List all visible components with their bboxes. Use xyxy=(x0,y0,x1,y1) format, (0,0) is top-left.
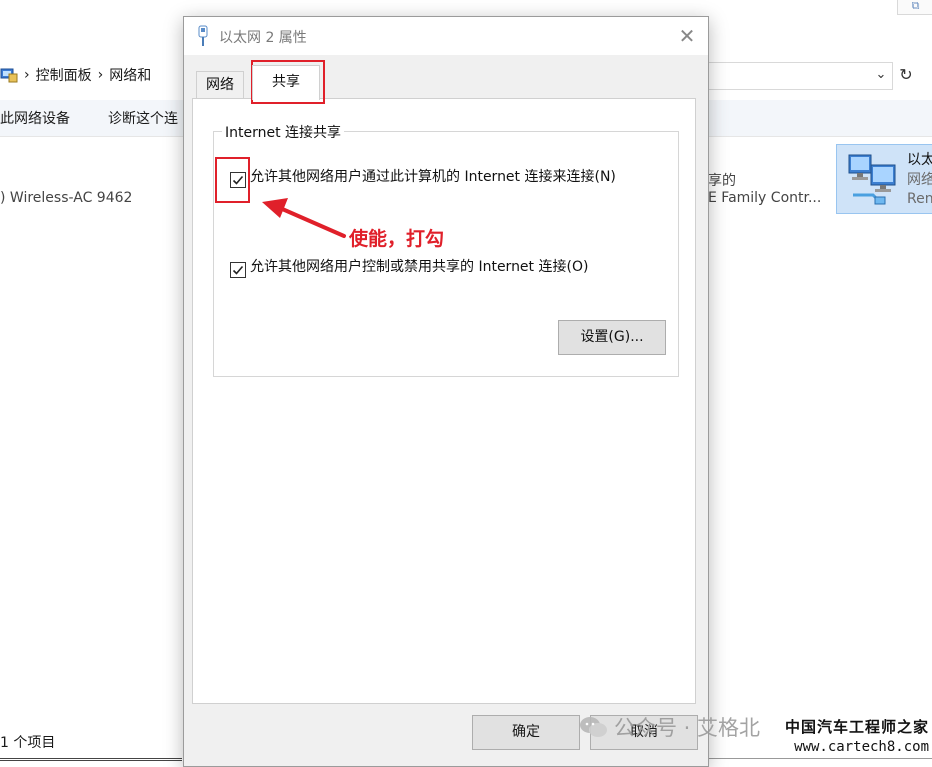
adapter-device-fragment: E Family Contr... xyxy=(708,190,822,206)
network-computers-icon xyxy=(848,154,896,205)
ok-button[interactable]: 确定 xyxy=(472,715,580,750)
dialog-title: 以太网 2 属性 xyxy=(219,30,307,46)
chevron-down-icon[interactable]: ⌄ xyxy=(873,66,889,84)
settings-button[interactable]: 设置(G)... xyxy=(558,320,666,355)
breadcrumb: › 控制面板 › 网络和 xyxy=(0,64,151,86)
tab-network[interactable]: 网络 xyxy=(196,71,244,98)
allow-control-checkbox[interactable] xyxy=(230,262,246,278)
wechat-logo-icon xyxy=(580,717,607,737)
dialog-titlebar[interactable]: 以太网 2 属性 ✕ xyxy=(184,17,708,55)
site-watermark: 中国汽车工程师之家 www.cartech8.com xyxy=(779,716,929,755)
status-bar-divider-right xyxy=(708,758,932,759)
explorer-corner-icon: ⧉ xyxy=(897,0,932,15)
wechat-watermark-text: 公众号 · 艾格北 xyxy=(614,716,761,740)
allow-control-label[interactable]: 允许其他网络用户控制或禁用共享的 Internet 连接(O) xyxy=(250,256,588,276)
internet-connection-sharing-group: Internet 连接共享 允许其他网络用户通过此计算机的 Internet 连… xyxy=(213,122,679,377)
wechat-watermark: 公众号 · 艾格北 xyxy=(578,712,760,742)
properties-dialog: 以太网 2 属性 ✕ 网络 共享 Internet 连接共享 允许其他网络用户通… xyxy=(183,16,709,767)
adapter-status-fragment: 享的 xyxy=(708,173,736,189)
allow-connect-label[interactable]: 允许其他网络用户通过此计算机的 Internet 连接来连接(N) xyxy=(250,166,616,186)
disable-device-button[interactable]: 此网络设备 xyxy=(0,108,70,128)
status-bar-divider xyxy=(0,758,182,761)
site-watermark-url: www.cartech8.com xyxy=(794,739,929,755)
breadcrumb-separator: › xyxy=(24,67,30,83)
checkmark-icon xyxy=(232,265,244,275)
annotation-arrow-icon xyxy=(262,198,346,238)
diagnose-connection-button[interactable]: 诊断这个连 xyxy=(108,108,178,128)
control-panel-icon xyxy=(0,68,18,83)
site-watermark-name: 中国汽车工程师之家 xyxy=(784,718,929,736)
sharing-tab-panel: Internet 连接共享 允许其他网络用户通过此计算机的 Internet 连… xyxy=(192,98,696,704)
tab-sharing[interactable]: 共享 xyxy=(252,65,320,100)
selected-adapter-network: 网络 xyxy=(907,172,932,188)
breadcrumb-control-panel[interactable]: 控制面板 xyxy=(36,65,92,85)
status-bar-count: 1 个项目 xyxy=(0,735,56,751)
highlight-checkbox xyxy=(215,157,250,203)
close-icon[interactable]: ✕ xyxy=(672,23,702,49)
annotation-text: 使能，打勾 xyxy=(349,228,445,250)
group-title: Internet 连接共享 xyxy=(222,122,345,142)
wireless-adapter-label[interactable]: ) Wireless-AC 9462 xyxy=(0,190,132,206)
selected-network-adapter[interactable]: 以太 网络 Ren xyxy=(836,144,932,214)
network-adapter-icon xyxy=(198,25,208,46)
address-input-tail[interactable] xyxy=(708,62,893,90)
selected-adapter-device: Ren xyxy=(907,191,932,207)
selected-adapter-name: 以太 xyxy=(907,152,932,168)
breadcrumb-separator: › xyxy=(97,67,104,83)
refresh-icon[interactable]: ↻ xyxy=(896,64,916,86)
breadcrumb-network[interactable]: 网络和 xyxy=(109,65,151,85)
